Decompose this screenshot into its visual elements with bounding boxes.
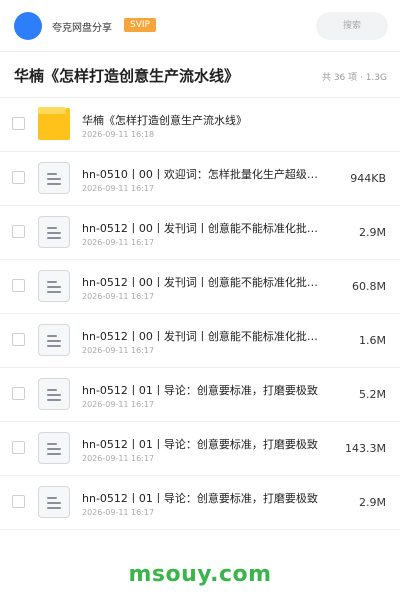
file-size: 944KB (350, 172, 386, 185)
folder-header: 华楠《怎样打造创意生产流水线》 共 36 项 · 1.3G (0, 52, 400, 98)
file-row[interactable]: hn-0512丨01丨导论：创意要标准，打磨要极致 2026-09-11 16:… (0, 368, 400, 422)
file-date: 2026-09-11 16:17 (82, 346, 155, 355)
top-bar: 夸克网盘分享 SVIP (0, 0, 400, 52)
document-icon (38, 378, 70, 410)
row-checkbox[interactable] (12, 171, 25, 184)
folder-meta: 共 36 项 · 1.3G (321, 73, 387, 83)
file-date: 2026-09-11 16:17 (82, 184, 155, 193)
file-date: 2026-09-11 16:17 (82, 292, 155, 301)
file-date: 2026-09-11 16:17 (82, 238, 155, 247)
file-name[interactable]: hn-0512丨01丨导论：创意要标准，打磨要极致 (82, 436, 326, 452)
file-row[interactable]: hn-0512丨00丨发刊词丨创意能不能标准化批量生产 2026-09-11 1… (0, 260, 400, 314)
file-name[interactable]: 华楠《怎样打造创意生产流水线》 (82, 112, 326, 128)
document-icon (38, 162, 70, 194)
file-row[interactable]: 华楠《怎样打造创意生产流水线》 2026-09-11 16:18 (0, 98, 400, 152)
file-size: 1.6M (359, 334, 386, 347)
folder-title: 华楠《怎样打造创意生产流水线》 (14, 67, 240, 85)
row-checkbox[interactable] (12, 333, 25, 346)
row-checkbox[interactable] (12, 387, 25, 400)
file-row[interactable]: hn-0512丨00丨发刊词丨创意能不能标准化批量生产 2026-09-11 1… (0, 314, 400, 368)
file-date: 2026-09-11 16:17 (82, 508, 155, 517)
row-checkbox[interactable] (12, 117, 25, 130)
file-date: 2026-09-11 16:18 (82, 130, 155, 139)
file-size: 60.8M (352, 280, 386, 293)
file-size: 143.3M (345, 442, 386, 455)
file-row[interactable]: hn-0512丨01丨导论：创意要标准，打磨要极致 2026-09-11 16:… (0, 476, 400, 530)
file-name[interactable]: hn-0512丨00丨发刊词丨创意能不能标准化批量生产 (82, 220, 326, 236)
file-name[interactable]: hn-0512丨00丨发刊词丨创意能不能标准化批量生产 (82, 274, 326, 290)
file-size: 2.9M (359, 496, 386, 509)
document-icon (38, 432, 70, 464)
file-list: 华楠《怎样打造创意生产流水线》 2026-09-11 16:18 hn-0510… (0, 98, 400, 530)
svip-badge: SVIP (124, 18, 156, 32)
avatar[interactable] (14, 12, 42, 40)
file-row[interactable]: hn-0510丨00丨欢迎词：怎样批量化生产超级创意 2026-09-11 16… (0, 152, 400, 206)
share-title: 夸克网盘分享 (52, 23, 112, 34)
file-name[interactable]: hn-0512丨00丨发刊词丨创意能不能标准化批量生产 (82, 328, 326, 344)
document-icon (38, 216, 70, 248)
file-date: 2026-09-11 16:17 (82, 400, 155, 409)
watermark: msouy.com (128, 562, 272, 587)
row-checkbox[interactable] (12, 225, 25, 238)
file-row[interactable]: hn-0512丨01丨导论：创意要标准，打磨要极致 2026-09-11 16:… (0, 422, 400, 476)
row-checkbox[interactable] (12, 441, 25, 454)
document-icon (38, 270, 70, 302)
row-checkbox[interactable] (12, 495, 25, 508)
file-size: 2.9M (359, 226, 386, 239)
document-icon (38, 486, 70, 518)
row-checkbox[interactable] (12, 279, 25, 292)
file-size: 5.2M (359, 388, 386, 401)
search-input[interactable] (316, 12, 388, 40)
file-row[interactable]: hn-0512丨00丨发刊词丨创意能不能标准化批量生产 2026-09-11 1… (0, 206, 400, 260)
file-date: 2026-09-11 16:17 (82, 454, 155, 463)
document-icon (38, 324, 70, 356)
file-name[interactable]: hn-0512丨01丨导论：创意要标准，打磨要极致 (82, 490, 326, 506)
folder-icon (38, 107, 70, 140)
file-name[interactable]: hn-0510丨00丨欢迎词：怎样批量化生产超级创意 (82, 166, 326, 182)
file-name[interactable]: hn-0512丨01丨导论：创意要标准，打磨要极致 (82, 382, 326, 398)
